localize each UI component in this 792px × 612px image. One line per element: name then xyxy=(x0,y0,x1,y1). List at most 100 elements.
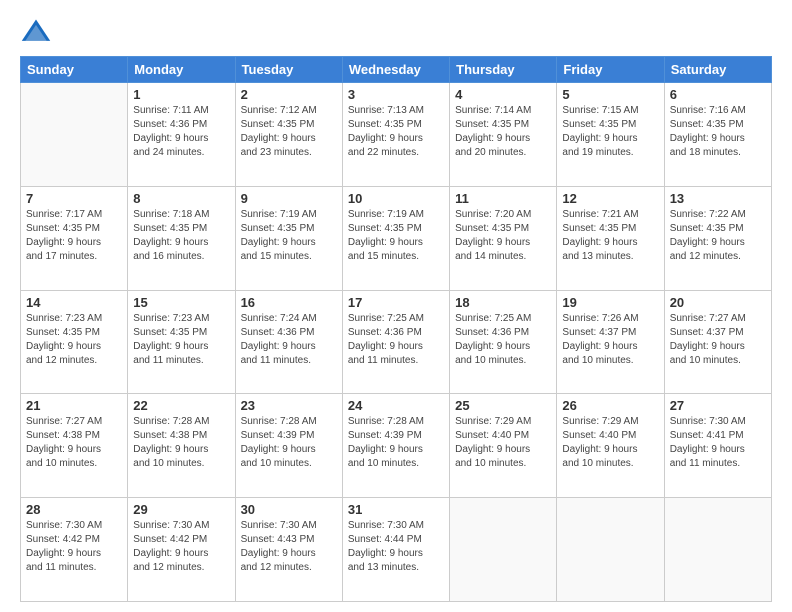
day-number: 18 xyxy=(455,295,551,310)
day-number: 21 xyxy=(26,398,122,413)
day-header-thursday: Thursday xyxy=(450,57,557,83)
day-info: Sunrise: 7:13 AM Sunset: 4:35 PM Dayligh… xyxy=(348,104,444,160)
calendar-cell: 11Sunrise: 7:20 AM Sunset: 4:35 PM Dayli… xyxy=(450,186,557,290)
day-number: 3 xyxy=(348,87,444,102)
calendar-cell: 16Sunrise: 7:24 AM Sunset: 4:36 PM Dayli… xyxy=(235,290,342,394)
day-info: Sunrise: 7:15 AM Sunset: 4:35 PM Dayligh… xyxy=(562,104,658,160)
day-number: 4 xyxy=(455,87,551,102)
day-info: Sunrise: 7:17 AM Sunset: 4:35 PM Dayligh… xyxy=(26,208,122,264)
day-number: 12 xyxy=(562,191,658,206)
day-number: 24 xyxy=(348,398,444,413)
day-number: 9 xyxy=(241,191,337,206)
week-row-4: 21 Sunrise: 7:27 AM Sunset: 4:38 PM Dayli… xyxy=(21,394,772,498)
calendar-cell: 14Sunrise: 7:23 AM Sunset: 4:35 PM Dayli… xyxy=(21,290,128,394)
day-info: Sunrise: 7:24 AM Sunset: 4:36 PM Dayligh… xyxy=(241,312,337,368)
calendar-cell: 21 Sunrise: 7:27 AM Sunset: 4:38 PM Dayli… xyxy=(21,394,128,498)
day-number: 26 xyxy=(562,398,658,413)
day-info: Sunrise: 7:18 AM Sunset: 4:35 PM Dayligh… xyxy=(133,208,229,264)
calendar-cell: 9Sunrise: 7:19 AM Sunset: 4:35 PM Daylig… xyxy=(235,186,342,290)
day-number: 5 xyxy=(562,87,658,102)
day-info: Sunrise: 7:19 AM Sunset: 4:35 PM Dayligh… xyxy=(348,208,444,264)
day-info: Sunrise: 7:14 AM Sunset: 4:35 PM Dayligh… xyxy=(455,104,551,160)
calendar-cell: 7 Sunrise: 7:17 AM Sunset: 4:35 PM Daylig… xyxy=(21,186,128,290)
day-number: 1 xyxy=(133,87,229,102)
calendar-cell: 30 Sunrise: 7:30 AM Sunset: 4:43 PM Dayli… xyxy=(235,498,342,602)
week-row-1: 1 Sunrise: 7:11 AM Sunset: 4:36 PM Daylig… xyxy=(21,83,772,187)
day-number: 30 xyxy=(241,502,337,517)
day-info: Sunrise: 7:28 AM Sunset: 4:38 PM Dayligh… xyxy=(133,415,229,471)
calendar-cell xyxy=(450,498,557,602)
day-header-friday: Friday xyxy=(557,57,664,83)
day-info: Sunrise: 7:11 AM Sunset: 4:36 PM Dayligh… xyxy=(133,104,229,160)
day-info: Sunrise: 7:25 AM Sunset: 4:36 PM Dayligh… xyxy=(348,312,444,368)
day-info: Sunrise: 7:30 AM Sunset: 4:41 PM Dayligh… xyxy=(670,415,766,471)
day-info: Sunrise: 7:12 AM Sunset: 4:35 PM Dayligh… xyxy=(241,104,337,160)
header xyxy=(20,16,772,48)
day-info: Sunrise: 7:30 AM Sunset: 4:44 PM Dayligh… xyxy=(348,519,444,575)
week-row-3: 14Sunrise: 7:23 AM Sunset: 4:35 PM Dayli… xyxy=(21,290,772,394)
calendar-cell: 28 Sunrise: 7:30 AM Sunset: 4:42 PM Dayli… xyxy=(21,498,128,602)
calendar-cell xyxy=(557,498,664,602)
day-info: Sunrise: 7:23 AM Sunset: 4:35 PM Dayligh… xyxy=(133,312,229,368)
day-info: Sunrise: 7:29 AM Sunset: 4:40 PM Dayligh… xyxy=(455,415,551,471)
day-header-saturday: Saturday xyxy=(664,57,771,83)
calendar-cell: 20 Sunrise: 7:27 AM Sunset: 4:37 PM Dayli… xyxy=(664,290,771,394)
day-info: Sunrise: 7:16 AM Sunset: 4:35 PM Dayligh… xyxy=(670,104,766,160)
logo-icon xyxy=(20,16,52,48)
calendar-cell: 8 Sunrise: 7:18 AM Sunset: 4:35 PM Daylig… xyxy=(128,186,235,290)
day-info: Sunrise: 7:28 AM Sunset: 4:39 PM Dayligh… xyxy=(348,415,444,471)
day-info: Sunrise: 7:28 AM Sunset: 4:39 PM Dayligh… xyxy=(241,415,337,471)
day-number: 8 xyxy=(133,191,229,206)
day-info: Sunrise: 7:26 AM Sunset: 4:37 PM Dayligh… xyxy=(562,312,658,368)
day-info: Sunrise: 7:30 AM Sunset: 4:43 PM Dayligh… xyxy=(241,519,337,575)
page: SundayMondayTuesdayWednesdayThursdayFrid… xyxy=(0,0,792,612)
day-number: 20 xyxy=(670,295,766,310)
calendar-cell xyxy=(664,498,771,602)
calendar-cell: 12Sunrise: 7:21 AM Sunset: 4:35 PM Dayli… xyxy=(557,186,664,290)
calendar-cell: 19Sunrise: 7:26 AM Sunset: 4:37 PM Dayli… xyxy=(557,290,664,394)
week-row-2: 7 Sunrise: 7:17 AM Sunset: 4:35 PM Daylig… xyxy=(21,186,772,290)
calendar-cell: 4 Sunrise: 7:14 AM Sunset: 4:35 PM Daylig… xyxy=(450,83,557,187)
calendar-table: SundayMondayTuesdayWednesdayThursdayFrid… xyxy=(20,56,772,602)
day-number: 7 xyxy=(26,191,122,206)
day-info: Sunrise: 7:30 AM Sunset: 4:42 PM Dayligh… xyxy=(26,519,122,575)
day-number: 22 xyxy=(133,398,229,413)
calendar-cell: 6 Sunrise: 7:16 AM Sunset: 4:35 PM Daylig… xyxy=(664,83,771,187)
day-info: Sunrise: 7:29 AM Sunset: 4:40 PM Dayligh… xyxy=(562,415,658,471)
day-number: 11 xyxy=(455,191,551,206)
day-info: Sunrise: 7:30 AM Sunset: 4:42 PM Dayligh… xyxy=(133,519,229,575)
day-number: 2 xyxy=(241,87,337,102)
week-row-5: 28 Sunrise: 7:30 AM Sunset: 4:42 PM Dayli… xyxy=(21,498,772,602)
header-row: SundayMondayTuesdayWednesdayThursdayFrid… xyxy=(21,57,772,83)
calendar-cell: 15 Sunrise: 7:23 AM Sunset: 4:35 PM Dayli… xyxy=(128,290,235,394)
calendar-cell: 3 Sunrise: 7:13 AM Sunset: 4:35 PM Daylig… xyxy=(342,83,449,187)
day-number: 6 xyxy=(670,87,766,102)
calendar-cell: 17Sunrise: 7:25 AM Sunset: 4:36 PM Dayli… xyxy=(342,290,449,394)
calendar-cell: 13Sunrise: 7:22 AM Sunset: 4:35 PM Dayli… xyxy=(664,186,771,290)
day-header-wednesday: Wednesday xyxy=(342,57,449,83)
calendar-cell: 23Sunrise: 7:28 AM Sunset: 4:39 PM Dayli… xyxy=(235,394,342,498)
day-info: Sunrise: 7:27 AM Sunset: 4:37 PM Dayligh… xyxy=(670,312,766,368)
day-info: Sunrise: 7:27 AM Sunset: 4:38 PM Dayligh… xyxy=(26,415,122,471)
day-number: 28 xyxy=(26,502,122,517)
calendar-cell: 27Sunrise: 7:30 AM Sunset: 4:41 PM Dayli… xyxy=(664,394,771,498)
day-number: 13 xyxy=(670,191,766,206)
calendar-cell: 18 Sunrise: 7:25 AM Sunset: 4:36 PM Dayli… xyxy=(450,290,557,394)
logo xyxy=(20,16,54,48)
calendar-cell: 1 Sunrise: 7:11 AM Sunset: 4:36 PM Daylig… xyxy=(128,83,235,187)
calendar-cell: 2 Sunrise: 7:12 AM Sunset: 4:35 PM Daylig… xyxy=(235,83,342,187)
calendar-cell: 22 Sunrise: 7:28 AM Sunset: 4:38 PM Dayli… xyxy=(128,394,235,498)
day-number: 31 xyxy=(348,502,444,517)
calendar-cell: 24 Sunrise: 7:28 AM Sunset: 4:39 PM Dayli… xyxy=(342,394,449,498)
day-header-monday: Monday xyxy=(128,57,235,83)
day-info: Sunrise: 7:25 AM Sunset: 4:36 PM Dayligh… xyxy=(455,312,551,368)
day-info: Sunrise: 7:23 AM Sunset: 4:35 PM Dayligh… xyxy=(26,312,122,368)
calendar-cell: 10Sunrise: 7:19 AM Sunset: 4:35 PM Dayli… xyxy=(342,186,449,290)
calendar-cell: 26 Sunrise: 7:29 AM Sunset: 4:40 PM Dayli… xyxy=(557,394,664,498)
day-number: 15 xyxy=(133,295,229,310)
calendar-cell: 25Sunrise: 7:29 AM Sunset: 4:40 PM Dayli… xyxy=(450,394,557,498)
calendar-cell: 29Sunrise: 7:30 AM Sunset: 4:42 PM Dayli… xyxy=(128,498,235,602)
calendar-cell xyxy=(21,83,128,187)
day-header-sunday: Sunday xyxy=(21,57,128,83)
calendar-cell: 5 Sunrise: 7:15 AM Sunset: 4:35 PM Daylig… xyxy=(557,83,664,187)
